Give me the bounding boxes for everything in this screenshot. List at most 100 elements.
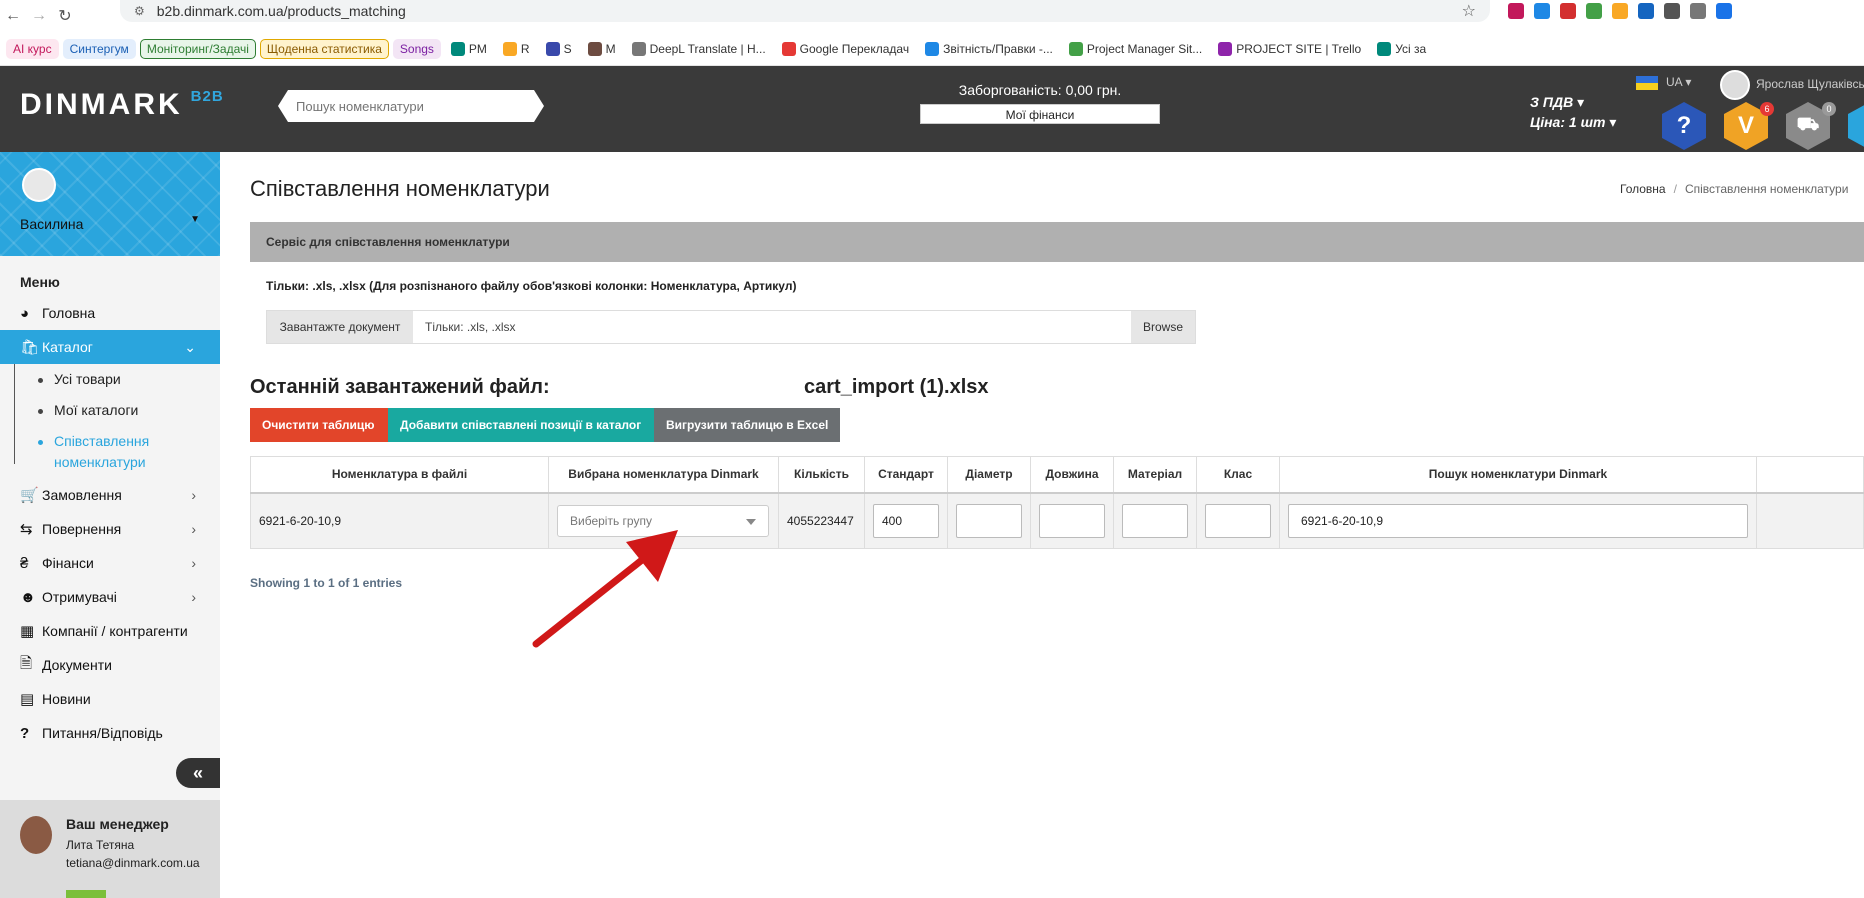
help-icon[interactable]: ? — [1662, 102, 1706, 150]
sidebar-item-finance[interactable]: ₴ Фінанси › — [0, 546, 220, 580]
extension-icon[interactable] — [1560, 3, 1576, 19]
material-input[interactable] — [1122, 503, 1188, 538]
dinmark-search-input[interactable]: 6921-6-20-10,9 — [1288, 503, 1748, 538]
chevron-right-icon: › — [191, 555, 196, 571]
download-icon[interactable] — [1716, 3, 1732, 19]
sidebar-item-orders[interactable]: 🛒 Замовлення › — [0, 478, 220, 512]
col-material[interactable]: Матеріал — [1113, 456, 1197, 494]
sidebar-item-recipients[interactable]: ☻ Отримувачі › — [0, 580, 220, 614]
submenu-item-my-catalogs[interactable]: Мої каталоги — [26, 395, 220, 426]
breadcrumb-home[interactable]: Головна — [1620, 182, 1666, 196]
bookmark-item[interactable]: Синтергум — [62, 38, 136, 59]
sidebar-item-documents[interactable]: 🗎 Документи — [0, 648, 220, 682]
add-to-catalog-button[interactable]: Добавити співставлені позиції в каталог — [388, 408, 654, 442]
extension-icon[interactable] — [1664, 3, 1680, 19]
puzzle-icon[interactable] — [1690, 3, 1706, 19]
extra-hex-icon[interactable] — [1848, 102, 1864, 150]
bookmark-star-icon[interactable]: ☆ — [1462, 1, 1476, 21]
sidebar-item-returns[interactable]: ⇆ Повернення › — [0, 512, 220, 546]
extension-icon[interactable] — [1534, 3, 1550, 19]
forward-icon[interactable]: → — [26, 7, 52, 25]
bookmark-item[interactable]: Songs — [392, 38, 441, 59]
profile-caret-icon[interactable]: ▼ — [190, 214, 200, 225]
manager-email[interactable]: tetiana@dinmark.com.ua — [66, 856, 200, 870]
export-excel-button[interactable]: Вигрузити таблицю в Excel — [654, 408, 840, 442]
bookmark-item[interactable]: PROJECT SITE | Trello — [1212, 40, 1367, 58]
profile-card[interactable]: Василина ▼ — [0, 152, 220, 256]
site-info-icon[interactable]: ⚙ — [134, 4, 145, 18]
users-icon: ☻ — [20, 588, 36, 606]
nomenclature-search-input[interactable] — [278, 90, 544, 122]
browse-button[interactable]: Browse — [1131, 311, 1195, 343]
extension-icon[interactable] — [1508, 3, 1524, 19]
standard-input[interactable]: 400 — [873, 503, 939, 538]
last-file-label: Останній завантажений файл: — [250, 376, 550, 398]
bookmark-item[interactable]: Щоденна статистика — [259, 38, 389, 59]
col-extra — [1756, 456, 1864, 494]
back-icon[interactable]: ← — [0, 7, 26, 25]
bookmark-item[interactable]: Моніторинг/Задачі — [139, 38, 256, 59]
bookmark-item[interactable]: DeepL Translate | H... — [626, 40, 772, 58]
sidebar-item-label: Фінанси — [42, 555, 94, 571]
bookmark-item[interactable]: S — [540, 40, 578, 58]
user-avatar[interactable] — [1720, 70, 1750, 100]
col-quantity[interactable]: Кількість — [778, 456, 865, 494]
sidebar-item-companies[interactable]: ▦ Компанії / контрагенти — [0, 614, 220, 648]
file-upload-group: Завантажте документ Тільки: .xls, .xlsx … — [266, 310, 1196, 344]
extension-icon[interactable] — [1638, 3, 1654, 19]
col-file-nomenclature[interactable]: Номенклатура в файлі — [250, 456, 549, 494]
bookmark-item[interactable]: Project Manager Sit... — [1063, 40, 1208, 58]
manager-title: Ваш менеджер — [66, 816, 169, 832]
col-class[interactable]: Клас — [1196, 456, 1280, 494]
submenu-item-matching[interactable]: Співставлення номенклатури — [26, 426, 220, 478]
bookmark-item[interactable]: Звітність/Правки -... — [919, 40, 1059, 58]
main-content: Співставлення номенклатури Головна / Співс… — [250, 152, 1864, 898]
cell-standard: 400 — [864, 492, 948, 549]
bookmark-item[interactable]: R — [497, 40, 536, 58]
sidebar-item-label: Каталог — [42, 339, 93, 355]
sidebar-item-news[interactable]: ▤ Новини — [0, 682, 220, 716]
reload-icon[interactable]: ↻ — [52, 6, 78, 26]
annotation-arrow — [532, 530, 678, 648]
diameter-input[interactable] — [956, 503, 1022, 538]
bookmark-item[interactable]: Усі за — [1371, 40, 1432, 58]
bookmark-favicon-icon — [1068, 41, 1083, 56]
bookmark-item[interactable]: AI курс — [6, 38, 59, 59]
address-bar[interactable]: ⚙ b2b.dinmark.com.ua/products_matching ☆ — [120, 0, 1490, 22]
col-selected-nomenclature[interactable]: Вибрана номенклатура Dinmark — [548, 456, 779, 494]
vat-dropdown[interactable]: З ПДВ — [1530, 94, 1573, 110]
file-input[interactable]: Тільки: .xls, .xlsx — [413, 311, 1131, 343]
sidebar-item-label: Отримувачі — [42, 589, 117, 605]
cart-icon: 🛒 — [20, 487, 39, 504]
bookmark-label: Моніторинг/Задачі — [146, 41, 249, 56]
extension-icon[interactable] — [1586, 3, 1602, 19]
col-standard[interactable]: Стандарт — [864, 456, 948, 494]
site-logo[interactable]: DINMARK B2B — [20, 88, 224, 122]
col-diameter[interactable]: Діаметр — [947, 456, 1031, 494]
bag-icon: 🛍 — [20, 339, 40, 356]
sidebar-item-faq[interactable]: ? Питання/Відповідь — [0, 716, 220, 750]
language-dropdown[interactable]: UA ▾ — [1666, 75, 1691, 89]
my-finances-button[interactable]: Мої фінанси — [920, 104, 1160, 124]
ukraine-flag-icon — [1636, 76, 1658, 90]
chevron-down-icon: ⌄ — [184, 338, 196, 355]
arrow-shaft — [532, 548, 656, 648]
vat-price-selector[interactable]: З ПДВ ▾ Ціна: 1 шт ▾ — [1530, 92, 1616, 132]
sidebar-item-home[interactable]: ◕ Головна — [0, 296, 220, 330]
clear-table-button[interactable]: Очистити таблицю — [250, 408, 388, 442]
entries-info: Showing 1 to 1 of 1 entries — [250, 576, 403, 590]
submenu-item-all-products[interactable]: Усі товари — [26, 364, 220, 395]
bookmark-item[interactable]: M — [582, 40, 622, 58]
price-dropdown[interactable]: Ціна: 1 шт — [1530, 114, 1605, 130]
sidebar-item-catalog[interactable]: 🛍 Каталог ⌄ — [0, 330, 220, 364]
length-input[interactable] — [1039, 503, 1105, 538]
col-length[interactable]: Довжина — [1030, 456, 1114, 494]
extension-icon[interactable] — [1612, 3, 1628, 19]
class-input[interactable] — [1205, 503, 1271, 538]
user-name[interactable]: Ярослав Щулаківсь — [1756, 77, 1864, 91]
collapse-sidebar-button[interactable]: « — [176, 758, 220, 788]
debt-text: Заборгованість: 0,00 грн. — [958, 82, 1122, 98]
bookmark-item[interactable]: Google Перекладач — [776, 40, 915, 58]
bookmark-item[interactable]: PM — [445, 40, 493, 58]
col-search-nomenclature[interactable]: Пошук номенклатури Dinmark — [1279, 456, 1757, 494]
